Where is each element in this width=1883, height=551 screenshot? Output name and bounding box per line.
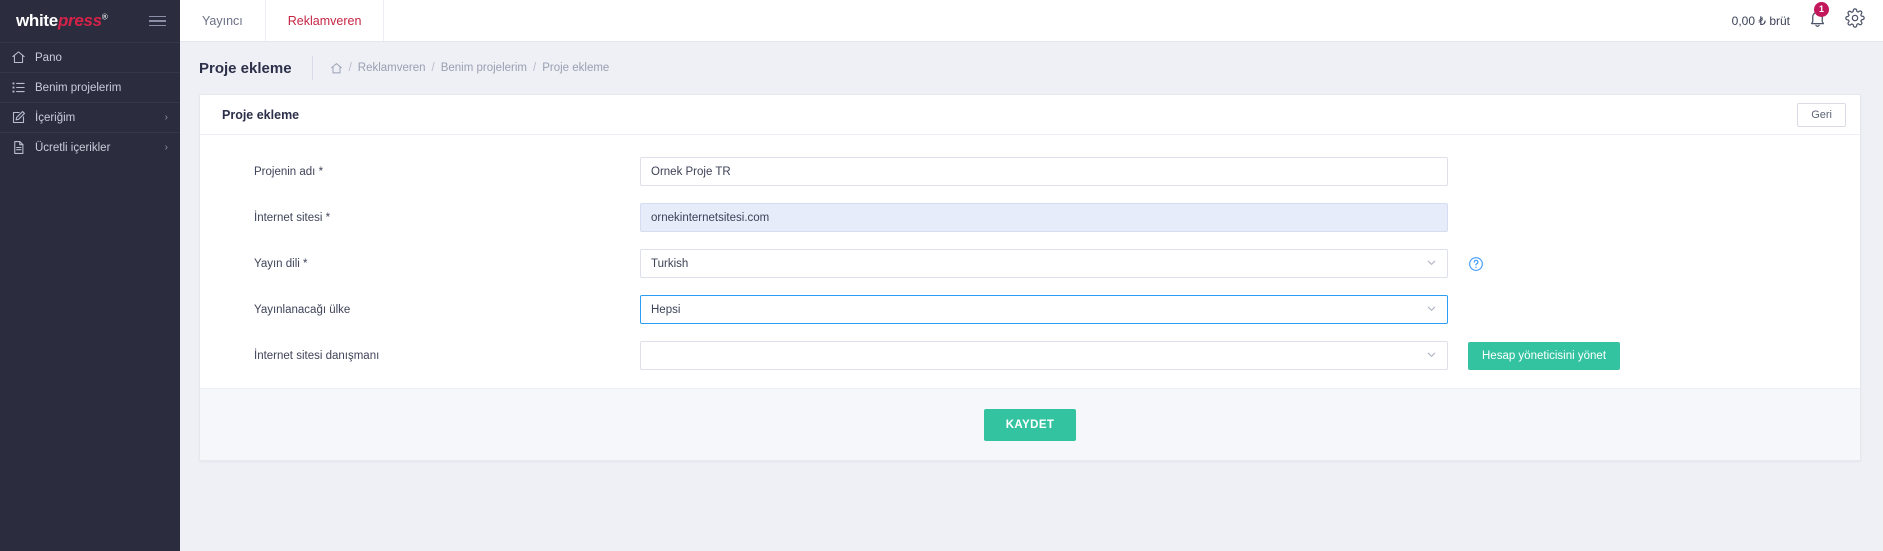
sidebar-item-label: Pano xyxy=(35,51,62,64)
field-control xyxy=(640,157,1448,186)
app-root: whitepress® Pano Benim projelerim İçeriğ… xyxy=(0,0,1883,551)
logo-text-press: press xyxy=(57,11,102,30)
breadcrumb-separator: / xyxy=(431,62,435,74)
website-consultant-select[interactable] xyxy=(640,341,1448,370)
field-control xyxy=(640,295,1448,324)
form-row-publication-country: Yayınlanacağı ülke xyxy=(200,295,1860,324)
form-row-publication-language: Yayın dili * xyxy=(200,249,1860,278)
sidebar-item-label: Ücretli içerikler xyxy=(35,141,111,154)
burger-line xyxy=(149,20,166,22)
project-form-card: Proje ekleme Geri Projenin adı * İnterne… xyxy=(199,94,1861,461)
publication-language-select[interactable] xyxy=(640,249,1448,278)
sidebar-item-ucretli-icerikler[interactable]: Ücretli içerikler › xyxy=(0,132,180,162)
notification-badge: 1 xyxy=(1814,1,1829,17)
field-label: Projenin adı * xyxy=(254,165,324,178)
topbar-right: 0,00 ₺ brüt 1 xyxy=(1732,0,1883,41)
form-body: Projenin adı * İnternet sitesi * xyxy=(200,135,1860,388)
field-label: Yayın dili * xyxy=(254,257,308,270)
field-control xyxy=(640,341,1448,370)
save-button[interactable]: KAYDET xyxy=(983,408,1077,441)
notifications-button[interactable]: 1 xyxy=(1808,1,1829,33)
back-button[interactable]: Geri xyxy=(1797,102,1846,127)
breadcrumb-home-icon[interactable] xyxy=(330,62,343,75)
field-label: İnternet sitesi * xyxy=(254,211,331,224)
header-divider xyxy=(311,56,313,80)
sidebar-nav: Pano Benim projelerim İçeriğim › Ücretli… xyxy=(0,42,180,162)
sidebar-item-label: Benim projelerim xyxy=(35,81,122,94)
form-row-website-consultant: İnternet sitesi danışmanı Hesap yönetici… xyxy=(200,341,1860,370)
burger-line xyxy=(149,15,166,18)
sidebar-item-pano[interactable]: Pano xyxy=(0,42,180,72)
breadcrumb-item-current: Proje ekleme xyxy=(542,62,610,74)
tab-label: Yayıncı xyxy=(202,13,243,28)
burger-line xyxy=(149,24,166,27)
main-area: Yayıncı Reklamveren 0,00 ₺ brüt 1 Proje … xyxy=(180,0,1883,551)
breadcrumb-item-benim-projelerim[interactable]: Benim projelerim xyxy=(441,62,527,74)
tab-yayinci[interactable]: Yayıncı xyxy=(180,0,266,41)
role-tabs: Yayıncı Reklamveren xyxy=(180,0,385,41)
form-row-website: İnternet sitesi * xyxy=(200,203,1860,232)
field-control xyxy=(640,249,1448,278)
document-icon xyxy=(11,140,26,155)
page-header: Proje ekleme / Reklamveren / Benim proje… xyxy=(180,42,1883,94)
edit-icon xyxy=(11,110,26,125)
help-icon[interactable] xyxy=(1468,256,1484,272)
account-balance: 0,00 ₺ brüt xyxy=(1731,13,1790,28)
field-label: İnternet sitesi danışmanı xyxy=(254,349,380,362)
tab-label: Reklamveren xyxy=(287,13,362,28)
chevron-right-icon: › xyxy=(164,111,168,123)
topbar: Yayıncı Reklamveren 0,00 ₺ brüt 1 xyxy=(180,0,1883,42)
card-header: Proje ekleme Geri xyxy=(200,95,1860,135)
manage-account-manager-button[interactable]: Hesap yöneticisini yönet xyxy=(1468,341,1621,370)
sidebar-item-benim-projelerim[interactable]: Benim projelerim xyxy=(0,72,180,102)
sidebar: whitepress® Pano Benim projelerim İçeriğ… xyxy=(0,0,180,551)
publication-country-select[interactable] xyxy=(640,295,1448,324)
chevron-right-icon: › xyxy=(164,141,168,153)
card-container: Proje ekleme Geri Projenin adı * İnterne… xyxy=(180,94,1883,461)
breadcrumb-item-reklamveren[interactable]: Reklamveren xyxy=(358,62,426,74)
home-icon xyxy=(11,50,26,65)
field-control xyxy=(640,203,1448,232)
menu-toggle-icon[interactable] xyxy=(149,12,166,31)
card-title: Proje ekleme xyxy=(222,107,300,122)
list-icon xyxy=(11,80,26,95)
card-footer: KAYDET xyxy=(200,388,1860,460)
breadcrumb-separator: / xyxy=(533,62,537,74)
field-label: Yayınlanacağı ülke xyxy=(254,303,351,316)
sidebar-item-label: İçeriğim xyxy=(35,111,76,124)
sidebar-item-icerigim[interactable]: İçeriğim › xyxy=(0,102,180,132)
breadcrumb-separator: / xyxy=(348,62,352,74)
website-input[interactable] xyxy=(640,203,1448,232)
page-title: Proje ekleme xyxy=(199,59,292,77)
logo-registered-mark: ® xyxy=(101,12,108,22)
breadcrumb: / Reklamveren / Benim projelerim / Proje… xyxy=(330,62,610,75)
gear-icon xyxy=(1845,8,1865,33)
settings-button[interactable] xyxy=(1845,8,1865,33)
project-name-input[interactable] xyxy=(640,157,1448,186)
form-row-project-name: Projenin adı * xyxy=(200,157,1860,186)
tab-reklamveren[interactable]: Reklamveren xyxy=(265,0,385,41)
brand-header: whitepress® xyxy=(0,0,180,42)
logo-text-white: white xyxy=(16,11,58,30)
whitepress-logo[interactable]: whitepress® xyxy=(16,11,108,31)
